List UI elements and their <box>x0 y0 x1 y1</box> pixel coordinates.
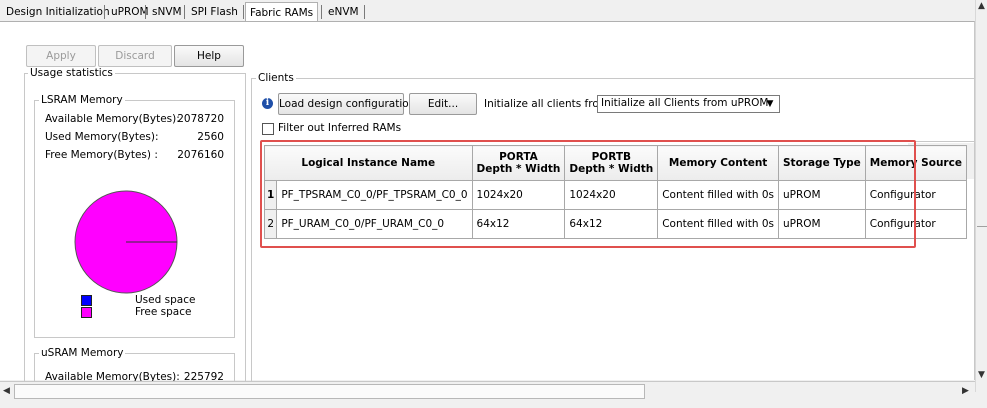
filter-inferred-rams-checkbox[interactable] <box>262 123 274 135</box>
tab-separator <box>145 5 146 19</box>
discard-button[interactable]: Discard <box>98 45 172 67</box>
tab-separator <box>243 5 244 19</box>
scroll-up-icon[interactable]: ▲ <box>978 1 985 11</box>
highlight-box <box>260 140 916 248</box>
free-space-label: Free space <box>135 306 192 318</box>
scroll-down-icon[interactable]: ▼ <box>978 370 985 380</box>
edit-button[interactable]: Edit... <box>409 93 477 115</box>
tab-separator <box>184 5 185 19</box>
lsram-memory-title: LSRAM Memory <box>39 94 125 106</box>
tab-design-initialization[interactable]: Design Initialization <box>2 4 114 20</box>
free-memory-label: Free Memory(Bytes) : <box>45 149 158 161</box>
available-memory-label: Available Memory(Bytes): <box>45 113 180 125</box>
horizontal-scrollbar[interactable]: ◀ ▶ <box>0 381 975 400</box>
clients-title: Clients <box>256 72 296 84</box>
tab-separator <box>364 5 365 19</box>
used-space-label: Used space <box>135 294 196 306</box>
tab-envm[interactable]: eNVM <box>324 4 363 20</box>
tab-bar: Design Initialization uPROM sNVM SPI Fla… <box>0 0 975 23</box>
free-space-swatch <box>81 307 92 318</box>
filter-inferred-rams-label: Filter out Inferred RAMs <box>278 122 402 134</box>
tab-spi-flash[interactable]: SPI Flash <box>187 4 242 20</box>
apply-button[interactable]: Apply <box>26 45 96 67</box>
memory-usage-pie-chart <box>74 190 178 294</box>
info-icon: i <box>262 98 273 109</box>
initialize-clients-dropdown-value: Initialize all Clients from uPROM <box>601 97 769 109</box>
used-space-swatch <box>81 295 92 306</box>
initialize-clients-dropdown[interactable]: Initialize all Clients from uPROM ▼ <box>597 95 780 113</box>
available-memory-value: 2078720 <box>177 113 224 125</box>
usage-statistics-title: Usage statistics <box>28 67 115 79</box>
usram-memory-title: uSRAM Memory <box>39 347 126 359</box>
load-design-configuration-button[interactable]: Load design configuration <box>278 93 415 115</box>
used-memory-value: 2560 <box>197 131 224 143</box>
help-button[interactable]: Help <box>174 45 244 67</box>
scrollbar-thumb-edge <box>977 226 987 227</box>
initialize-clients-label: Initialize all clients from: <box>484 98 613 110</box>
horizontal-scrollbar-thumb[interactable] <box>14 384 645 399</box>
tab-snvm[interactable]: sNVM <box>148 4 186 20</box>
vertical-scrollbar[interactable]: ▲ ▼ <box>975 0 987 392</box>
scroll-right-icon[interactable]: ▶ <box>962 386 969 396</box>
free-memory-value: 2076160 <box>177 149 224 161</box>
used-memory-label: Used Memory(Bytes): <box>45 131 159 143</box>
tab-separator <box>104 5 105 19</box>
chevron-down-icon[interactable]: ▼ <box>763 97 777 111</box>
scroll-left-icon[interactable]: ◀ <box>3 386 10 396</box>
tab-fabric-rams[interactable]: Fabric RAMs <box>245 2 319 23</box>
tab-separator <box>321 5 322 19</box>
